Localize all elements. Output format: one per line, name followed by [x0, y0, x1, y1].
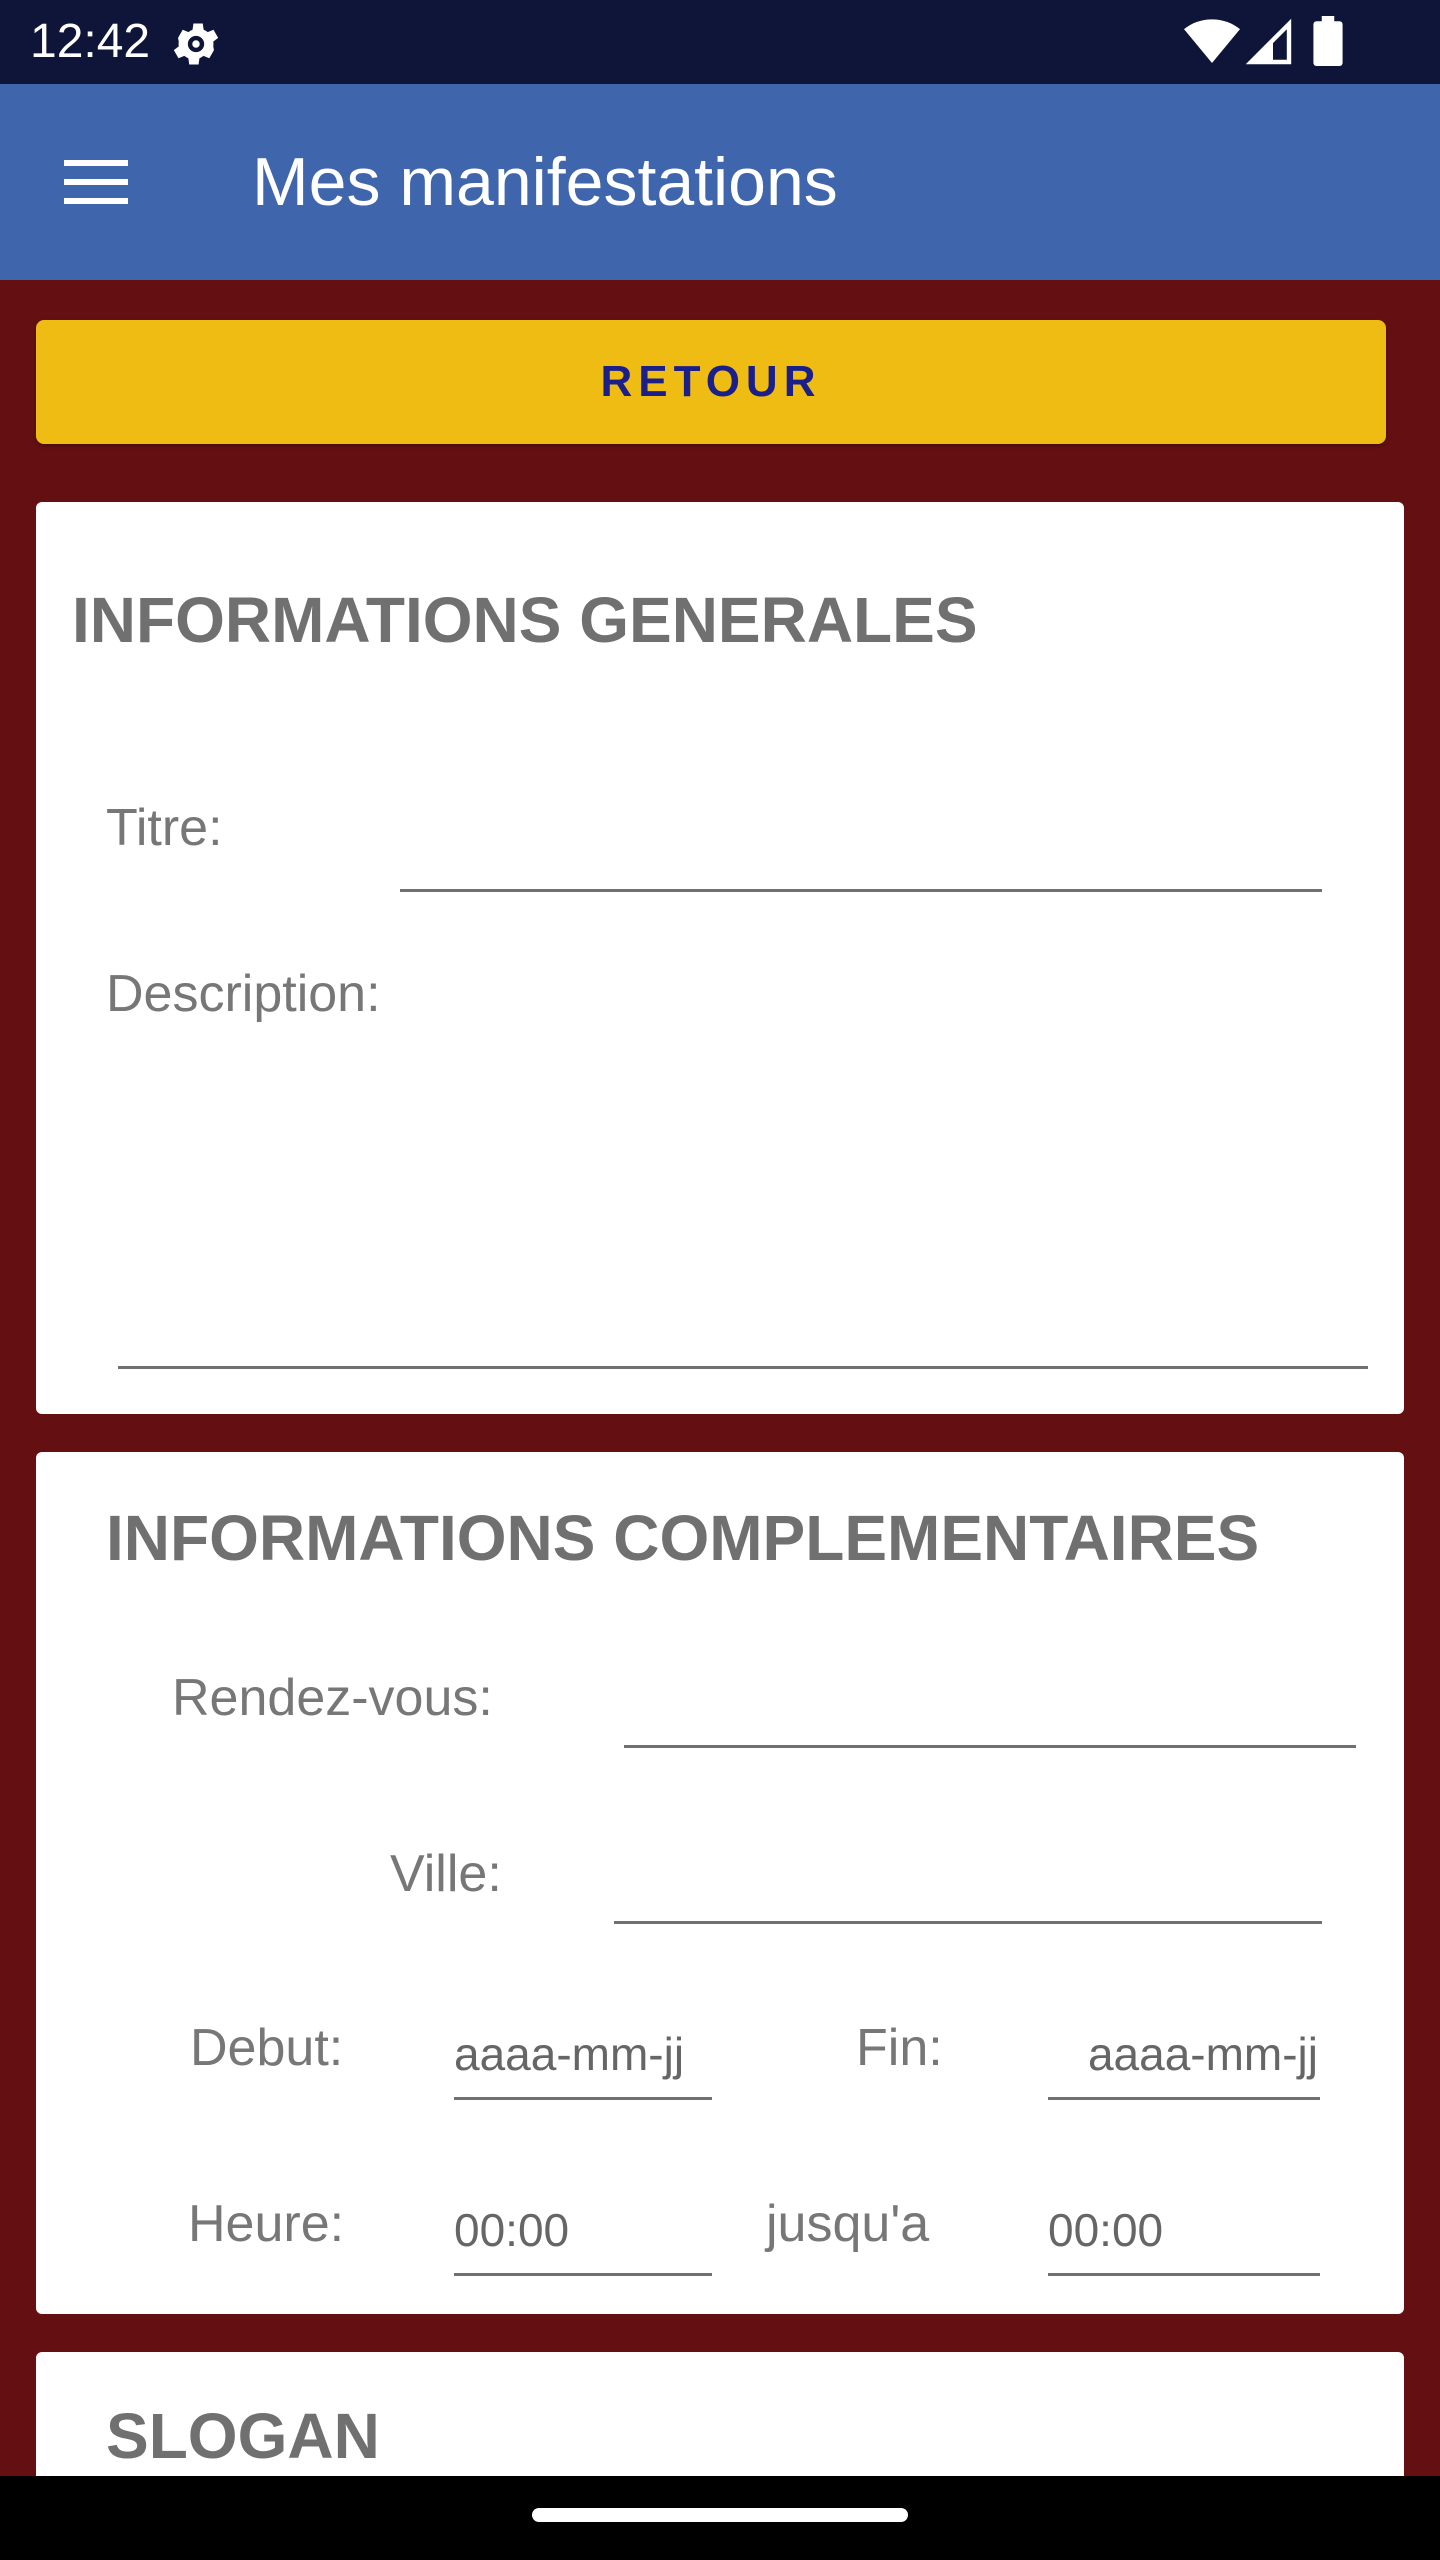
rendezvous-input[interactable]	[624, 1642, 1356, 1748]
page-title: Mes manifestations	[252, 144, 838, 220]
jusqua-label: jusqu'a	[766, 2195, 930, 2253]
rendezvous-label: Rendez-vous:	[172, 1669, 493, 1727]
heure-start-value: 00:00	[454, 2204, 570, 2256]
menu-icon[interactable]	[56, 150, 136, 214]
section-title-general: INFORMATIONS GENERALES	[72, 584, 978, 656]
heure-end-value: 00:00	[1048, 2204, 1164, 2256]
gear-icon	[173, 23, 219, 65]
heure-label: Heure:	[188, 2195, 345, 2253]
titre-input[interactable]	[400, 772, 1322, 892]
fin-label: Fin:	[856, 2019, 943, 2077]
navigation-bar	[0, 2476, 1440, 2560]
fin-date-input[interactable]: aaaa-mm-jj	[1048, 2008, 1320, 2100]
heure-start-underline	[454, 2273, 712, 2276]
section-title-slogan: SLOGAN	[106, 2400, 380, 2472]
heure-start-input[interactable]: 00:00	[454, 2184, 712, 2276]
heure-end-input[interactable]: 00:00	[1048, 2184, 1320, 2276]
titre-label: Titre:	[106, 799, 223, 857]
ville-underline	[614, 1921, 1322, 1924]
ville-label: Ville:	[390, 1845, 502, 1903]
status-time: 12:42	[30, 15, 151, 68]
titre-underline	[400, 889, 1322, 892]
rendezvous-underline	[624, 1745, 1356, 1748]
battery-icon	[1313, 16, 1343, 66]
description-underline	[118, 1366, 1368, 1369]
status-bar: 12:42	[0, 0, 1440, 84]
description-label: Description:	[106, 965, 381, 1023]
fin-underline	[1048, 2097, 1320, 2100]
debut-label: Debut:	[190, 2019, 344, 2077]
debut-underline	[454, 2097, 712, 2100]
signal-icon	[1245, 18, 1292, 65]
home-gesture-handle[interactable]	[532, 2508, 908, 2522]
fin-date-placeholder: aaaa-mm-jj	[1087, 2028, 1318, 2080]
ville-input[interactable]	[614, 1818, 1322, 1924]
general-info-card: INFORMATIONS GENERALES Titre: Descriptio…	[36, 502, 1404, 1414]
wifi-icon	[1184, 19, 1240, 63]
debut-date-input[interactable]: aaaa-mm-jj	[454, 2008, 712, 2100]
heure-end-underline	[1048, 2273, 1320, 2276]
app-bar: Mes manifestations	[0, 84, 1440, 280]
debut-date-placeholder: aaaa-mm-jj	[454, 2028, 685, 2080]
complementary-info-card: INFORMATIONS COMPLEMENTAIRES Rendez-vous…	[36, 1452, 1404, 2314]
section-title-complementary: INFORMATIONS COMPLEMENTAIRES	[106, 1502, 1260, 1574]
back-button[interactable]: RETOUR	[36, 320, 1386, 444]
